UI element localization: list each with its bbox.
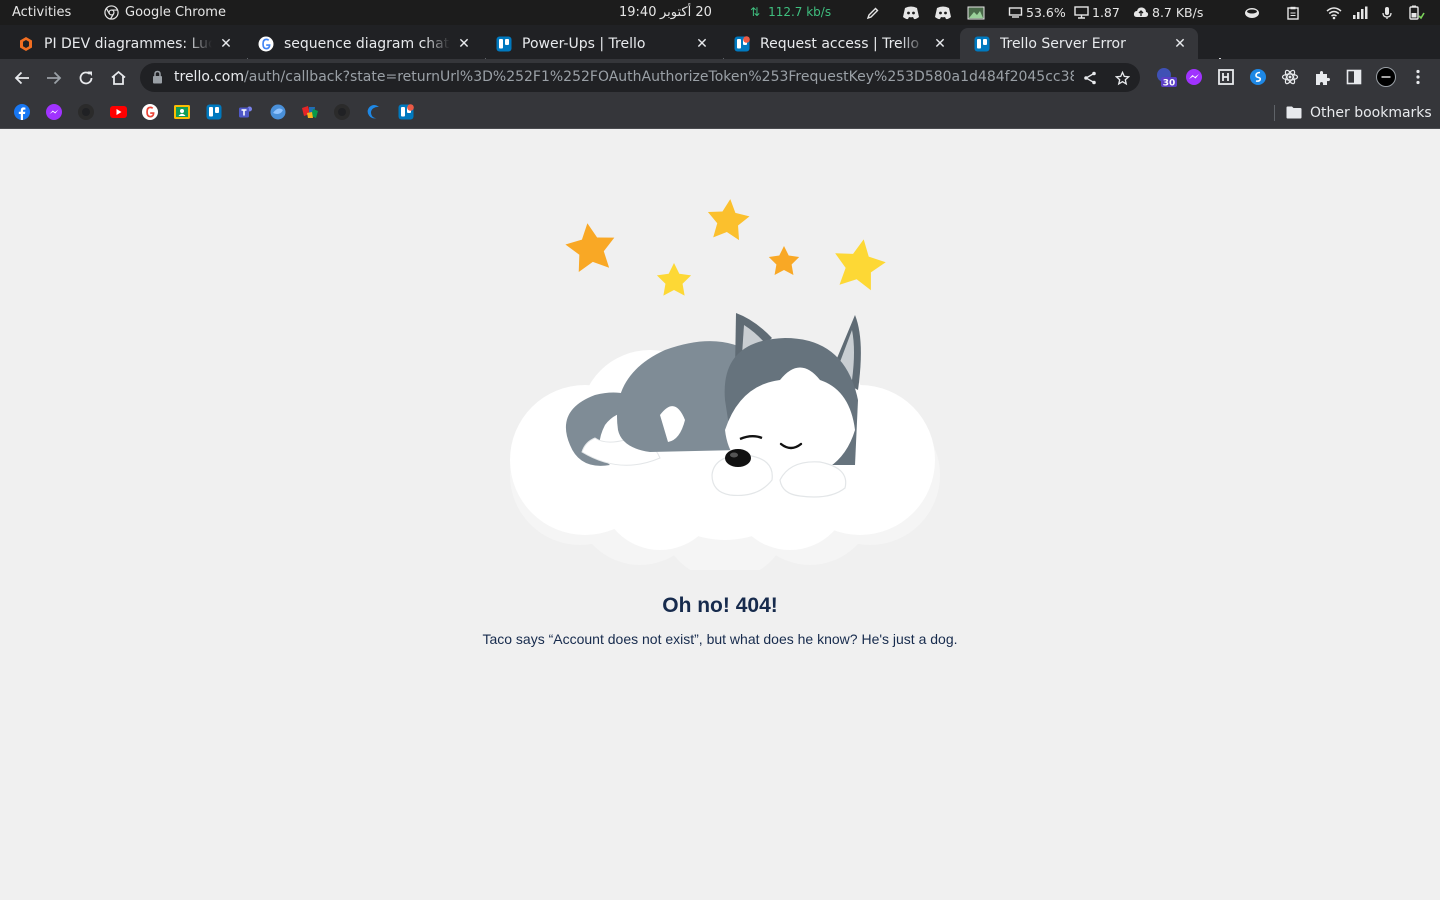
close-tab-icon[interactable]: ✕ bbox=[694, 36, 710, 52]
google-icon[interactable] bbox=[141, 103, 159, 121]
lock-icon[interactable] bbox=[152, 70, 163, 84]
share-icon[interactable] bbox=[1079, 67, 1101, 89]
activities-button[interactable]: Activities bbox=[12, 0, 71, 25]
back-button[interactable] bbox=[9, 65, 35, 91]
date[interactable]: 20 أكتوبر bbox=[660, 0, 712, 25]
other-bookmarks-label: Other bookmarks bbox=[1310, 104, 1432, 121]
net-speed-indicator: ⇅ 112.7 kb/s bbox=[750, 0, 831, 25]
youtube-icon[interactable] bbox=[109, 103, 127, 121]
google-classroom-icon[interactable] bbox=[173, 103, 191, 121]
upload-indicator[interactable]: 8.7 KB/s bbox=[1133, 0, 1203, 25]
monitor-icon bbox=[1074, 6, 1089, 19]
zoho-icon[interactable] bbox=[301, 103, 319, 121]
github-dark-icon[interactable] bbox=[333, 103, 351, 121]
battery-icon[interactable] bbox=[1407, 0, 1425, 25]
edge-icon[interactable] bbox=[365, 103, 383, 121]
other-bookmarks-folder[interactable]: Other bookmarks bbox=[1286, 96, 1432, 129]
cpu-icon bbox=[1008, 7, 1023, 18]
load-indicator[interactable]: 1.87 bbox=[1074, 0, 1120, 25]
close-tab-icon[interactable]: ✕ bbox=[1172, 36, 1188, 52]
wifi-icon[interactable] bbox=[1326, 0, 1342, 25]
teams-icon[interactable] bbox=[237, 103, 255, 121]
updown-arrows-icon: ⇅ bbox=[750, 5, 761, 19]
page-content: Oh no! 404! Taco says “Account does not … bbox=[0, 130, 1440, 900]
stars-icon bbox=[565, 199, 886, 296]
tab-trello-server-error[interactable]: Trello Server Error ✕ bbox=[960, 28, 1198, 59]
signal-icon[interactable] bbox=[1352, 0, 1368, 25]
sleeping-dog-illustration bbox=[510, 199, 940, 570]
home-icon bbox=[110, 70, 126, 85]
forward-button[interactable] bbox=[41, 65, 67, 91]
error-title: Oh no! 404! bbox=[662, 594, 778, 617]
tab-request-access-trello[interactable]: Request access | Trello ✕ bbox=[720, 28, 958, 59]
cpu-indicator[interactable]: 53.6% bbox=[1008, 0, 1066, 25]
folder-icon bbox=[1286, 106, 1302, 119]
app-menu[interactable]: Google Chrome bbox=[104, 0, 226, 25]
discord-icon[interactable] bbox=[934, 0, 952, 25]
facebook-icon[interactable] bbox=[13, 103, 31, 121]
tab-power-ups-trello[interactable]: Power-Ups | Trello ✕ bbox=[482, 28, 720, 59]
reload-button[interactable] bbox=[73, 65, 99, 91]
extension-badge-count: 30 bbox=[1163, 79, 1176, 89]
close-tab-icon[interactable]: ✕ bbox=[218, 36, 234, 52]
reload-icon bbox=[79, 71, 93, 85]
trello-icon[interactable] bbox=[205, 103, 223, 121]
lucidchart-icon bbox=[18, 36, 34, 52]
github-icon[interactable] bbox=[77, 103, 95, 121]
extensions-puzzle-icon[interactable] bbox=[1312, 67, 1332, 87]
messenger-ext-icon[interactable] bbox=[1184, 67, 1204, 87]
trello-icon bbox=[496, 36, 512, 52]
url-text[interactable]: trello.com/auth/callback?state=returnUrl… bbox=[174, 63, 1074, 92]
close-tab-icon[interactable]: ✕ bbox=[932, 36, 948, 52]
coffee-icon[interactable] bbox=[1244, 0, 1260, 25]
bookmarks-separator bbox=[1274, 105, 1275, 121]
system-top-bar: Activities Google Chrome 19:40 20 أكتوبر… bbox=[0, 0, 1440, 25]
tab-lucidchart[interactable]: PI DEV diagrammes: Lucidchart ✕ bbox=[4, 28, 244, 59]
reader-ext-icon[interactable] bbox=[1216, 67, 1236, 87]
error-message: Taco says “Account does not exist”, but … bbox=[482, 631, 958, 647]
home-button[interactable] bbox=[105, 65, 131, 91]
bookmarks-bar: Other bookmarks bbox=[0, 96, 1440, 129]
app-name: Google Chrome bbox=[125, 5, 226, 20]
discord-icon[interactable] bbox=[902, 0, 920, 25]
forward-arrow-icon bbox=[47, 71, 62, 85]
clock[interactable]: 19:40 bbox=[619, 0, 656, 25]
app-icon[interactable] bbox=[269, 103, 287, 121]
net-speed: 112.7 kb/s bbox=[768, 5, 832, 19]
browser-toolbar: trello.com/auth/callback?state=returnUrl… bbox=[0, 59, 1440, 96]
chrome-icon bbox=[104, 5, 119, 20]
bookmark-star-icon[interactable] bbox=[1111, 67, 1133, 89]
trello-icon bbox=[974, 36, 990, 52]
address-bar[interactable]: trello.com/auth/callback?state=returnUrl… bbox=[140, 63, 1140, 92]
chrome-menu-icon[interactable] bbox=[1408, 67, 1428, 87]
google-icon bbox=[258, 36, 274, 52]
close-tab-icon[interactable]: ✕ bbox=[456, 36, 472, 52]
messenger-icon[interactable] bbox=[45, 103, 63, 121]
clipboard-icon[interactable] bbox=[1287, 0, 1299, 25]
pencil-icon[interactable] bbox=[866, 0, 880, 25]
tab-strip: PI DEV diagrammes: Lucidchart ✕ sequence… bbox=[0, 25, 1440, 77]
tab-google-search[interactable]: sequence diagram chat app ✕ bbox=[244, 28, 482, 59]
trello-red-icon bbox=[734, 35, 750, 52]
react-devtools-icon[interactable] bbox=[1280, 67, 1300, 87]
shazam-ext-icon[interactable] bbox=[1248, 67, 1268, 87]
profile-avatar[interactable] bbox=[1376, 67, 1396, 87]
microphone-icon[interactable] bbox=[1381, 0, 1393, 25]
extension-badge-icon[interactable]: 30 bbox=[1155, 67, 1177, 89]
cloud-upload-icon bbox=[1133, 7, 1149, 17]
side-panel-icon[interactable] bbox=[1344, 67, 1364, 87]
back-arrow-icon bbox=[14, 71, 29, 85]
image-viewer-icon[interactable] bbox=[967, 0, 985, 25]
trello-red-icon[interactable] bbox=[397, 103, 415, 121]
